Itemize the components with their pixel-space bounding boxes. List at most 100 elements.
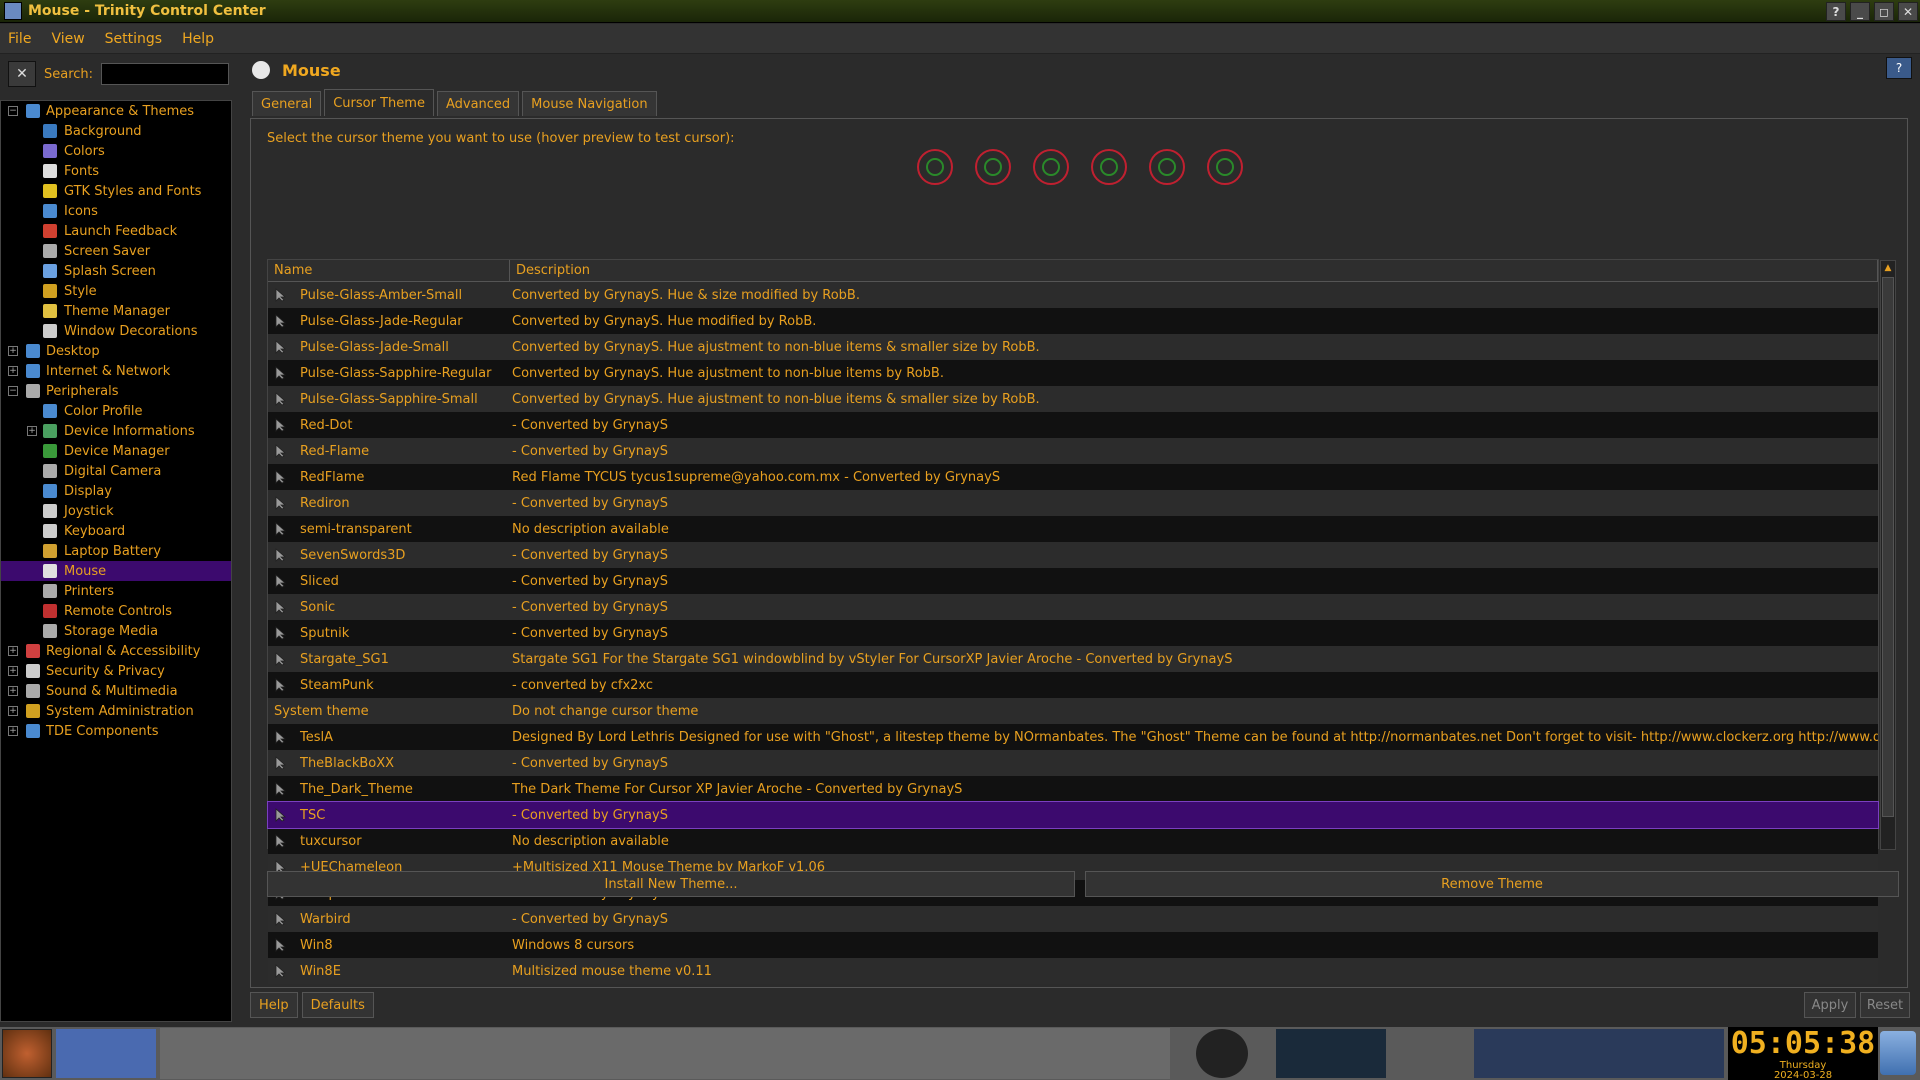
column-name[interactable]: Name bbox=[268, 260, 510, 281]
apply-button[interactable]: Apply bbox=[1804, 992, 1856, 1018]
expand-icon[interactable]: + bbox=[8, 346, 18, 356]
theme-row[interactable]: SteamPunk - converted by cfx2xc bbox=[268, 672, 1878, 698]
tab-advanced[interactable]: Advanced bbox=[436, 91, 520, 116]
sidebar-item[interactable]: Screen Saver bbox=[1, 241, 231, 261]
expand-icon[interactable]: + bbox=[8, 646, 18, 656]
theme-row[interactable]: Pulse-Glass-Jade-Regular Converted by Gry… bbox=[268, 308, 1878, 334]
sidebar-item[interactable]: + Desktop bbox=[1, 341, 231, 361]
collapse-icon[interactable]: − bbox=[8, 386, 18, 396]
expand-icon[interactable]: + bbox=[27, 426, 37, 436]
cursor-preview-icon[interactable] bbox=[1207, 149, 1243, 185]
expand-icon[interactable]: + bbox=[8, 726, 18, 736]
help-button[interactable]: Help bbox=[250, 992, 298, 1018]
sidebar-item[interactable]: − Peripherals bbox=[1, 381, 231, 401]
sidebar-item[interactable]: GTK Styles and Fonts bbox=[1, 181, 231, 201]
sidebar-item[interactable]: Device Manager bbox=[1, 441, 231, 461]
sidebar-item[interactable]: + Security & Privacy bbox=[1, 661, 231, 681]
sidebar-item[interactable]: + System Administration bbox=[1, 701, 231, 721]
start-menu-button[interactable] bbox=[2, 1029, 52, 1078]
sidebar-item[interactable]: Joystick bbox=[1, 501, 231, 521]
maximize-button[interactable]: ◻ bbox=[1874, 2, 1894, 21]
theme-row[interactable]: RedFlame Red Flame TYCUS tycus1supreme@ya… bbox=[268, 464, 1878, 490]
digital-clock[interactable]: 05:05:38 Thursday 2024-03-28 bbox=[1728, 1027, 1878, 1080]
cursor-preview-icon[interactable] bbox=[917, 149, 953, 185]
help-window-button[interactable]: ? bbox=[1826, 2, 1846, 21]
theme-row[interactable]: Warbird - Converted by GrynayS bbox=[268, 906, 1878, 932]
theme-row[interactable]: Pulse-Glass-Sapphire-Regular Converted by… bbox=[268, 360, 1878, 386]
sidebar-item[interactable]: Style bbox=[1, 281, 231, 301]
theme-row[interactable]: Win8E Multisized mouse theme v0.11 bbox=[268, 958, 1878, 984]
theme-row[interactable]: Pulse-Glass-Sapphire-Small Converted by G… bbox=[268, 386, 1878, 412]
sidebar-item[interactable]: Mouse bbox=[1, 561, 231, 581]
sidebar-item[interactable]: Window Decorations bbox=[1, 321, 231, 341]
scroll-thumb[interactable] bbox=[1882, 277, 1894, 817]
sidebar-item[interactable]: − Appearance & Themes bbox=[1, 101, 231, 121]
sidebar-item[interactable]: Theme Manager bbox=[1, 301, 231, 321]
app-icon[interactable] bbox=[4, 2, 22, 20]
theme-row[interactable]: semi-transparent No description available bbox=[268, 516, 1878, 542]
sidebar-item[interactable]: Printers bbox=[1, 581, 231, 601]
sidebar-item[interactable]: + Regional & Accessibility bbox=[1, 641, 231, 661]
expand-icon[interactable]: + bbox=[8, 666, 18, 676]
sidebar-item[interactable]: Storage Media bbox=[1, 621, 231, 641]
theme-row[interactable]: TeslA Designed By Lord Lethris Designed f… bbox=[268, 724, 1878, 750]
theme-row[interactable]: Red-Dot - Converted by GrynayS bbox=[268, 412, 1878, 438]
tab-general[interactable]: General bbox=[252, 91, 322, 116]
cursor-preview-icon[interactable] bbox=[1033, 149, 1069, 185]
cursor-preview-icon[interactable] bbox=[1091, 149, 1127, 185]
system-tray[interactable] bbox=[1474, 1029, 1724, 1078]
cursor-preview-icon[interactable] bbox=[975, 149, 1011, 185]
sidebar-item[interactable]: Keyboard bbox=[1, 521, 231, 541]
sidebar-item[interactable]: Remote Controls bbox=[1, 601, 231, 621]
sidebar-item[interactable]: Display bbox=[1, 481, 231, 501]
theme-row[interactable]: TheBlackBoXX - Converted by GrynayS bbox=[268, 750, 1878, 776]
sidebar-item[interactable]: Digital Camera bbox=[1, 461, 231, 481]
defaults-button[interactable]: Defaults bbox=[301, 992, 374, 1018]
menu-help[interactable]: Help bbox=[182, 31, 214, 47]
column-description[interactable]: Description bbox=[510, 260, 1878, 281]
close-button[interactable]: ✕ bbox=[1898, 2, 1918, 21]
menu-file[interactable]: File bbox=[8, 31, 31, 47]
menu-view[interactable]: View bbox=[51, 31, 84, 47]
help-icon[interactable]: ? bbox=[1886, 57, 1912, 79]
trash-icon[interactable] bbox=[1880, 1031, 1916, 1075]
sidebar-item[interactable]: Background bbox=[1, 121, 231, 141]
theme-list-scrollbar[interactable]: ▲ bbox=[1880, 260, 1896, 850]
theme-row[interactable]: Sputnik - Converted by GrynayS bbox=[268, 620, 1878, 646]
clear-search-button[interactable]: ✕ bbox=[8, 61, 36, 87]
sidebar-item[interactable]: Splash Screen bbox=[1, 261, 231, 281]
expand-icon[interactable]: + bbox=[8, 366, 18, 376]
sidebar-item[interactable]: Icons bbox=[1, 201, 231, 221]
menu-settings[interactable]: Settings bbox=[105, 31, 162, 47]
sidebar-item[interactable]: Fonts bbox=[1, 161, 231, 181]
theme-row[interactable]: SevenSwords3D - Converted by GrynayS bbox=[268, 542, 1878, 568]
theme-row[interactable]: Sonic - Converted by GrynayS bbox=[268, 594, 1878, 620]
theme-row[interactable]: Stargate_SG1 Stargate SG1 For the Stargat… bbox=[268, 646, 1878, 672]
sidebar-item[interactable]: + TDE Components bbox=[1, 721, 231, 741]
quick-launcher[interactable] bbox=[56, 1029, 156, 1078]
sidebar-item[interactable]: + Internet & Network bbox=[1, 361, 231, 381]
theme-row[interactable]: tuxcursor No description available bbox=[268, 828, 1878, 854]
theme-row[interactable]: Pulse-Glass-Amber-Small Converted by Gryn… bbox=[268, 282, 1878, 308]
theme-row[interactable]: Red-Flame - Converted by GrynayS bbox=[268, 438, 1878, 464]
sidebar-item[interactable]: Colors bbox=[1, 141, 231, 161]
theme-row[interactable]: The_Dark_Theme The Dark Theme For Cursor … bbox=[268, 776, 1878, 802]
task-list[interactable] bbox=[160, 1028, 1170, 1079]
sidebar-item[interactable]: + Device Informations bbox=[1, 421, 231, 441]
sidebar-item[interactable]: Laptop Battery bbox=[1, 541, 231, 561]
remove-theme-button[interactable]: Remove Theme bbox=[1085, 871, 1899, 897]
tab-cursor-theme[interactable]: Cursor Theme bbox=[324, 89, 434, 116]
collapse-icon[interactable]: − bbox=[8, 106, 18, 116]
cursor-preview-icon[interactable] bbox=[1149, 149, 1185, 185]
expand-icon[interactable]: + bbox=[8, 706, 18, 716]
install-theme-button[interactable]: Install New Theme... bbox=[267, 871, 1075, 897]
scroll-up-icon[interactable]: ▲ bbox=[1881, 261, 1895, 275]
sidebar-item[interactable]: Color Profile bbox=[1, 401, 231, 421]
theme-row[interactable]: TSC - Converted by GrynayS bbox=[267, 801, 1879, 829]
theme-row[interactable]: Pulse-Glass-Jade-Small Converted by Gryna… bbox=[268, 334, 1878, 360]
search-input[interactable] bbox=[101, 63, 230, 85]
theme-row[interactable]: Sliced - Converted by GrynayS bbox=[268, 568, 1878, 594]
minimize-button[interactable]: _ bbox=[1850, 2, 1870, 21]
tab-mouse-navigation[interactable]: Mouse Navigation bbox=[522, 91, 657, 116]
sidebar-item[interactable]: + Sound & Multimedia bbox=[1, 681, 231, 701]
